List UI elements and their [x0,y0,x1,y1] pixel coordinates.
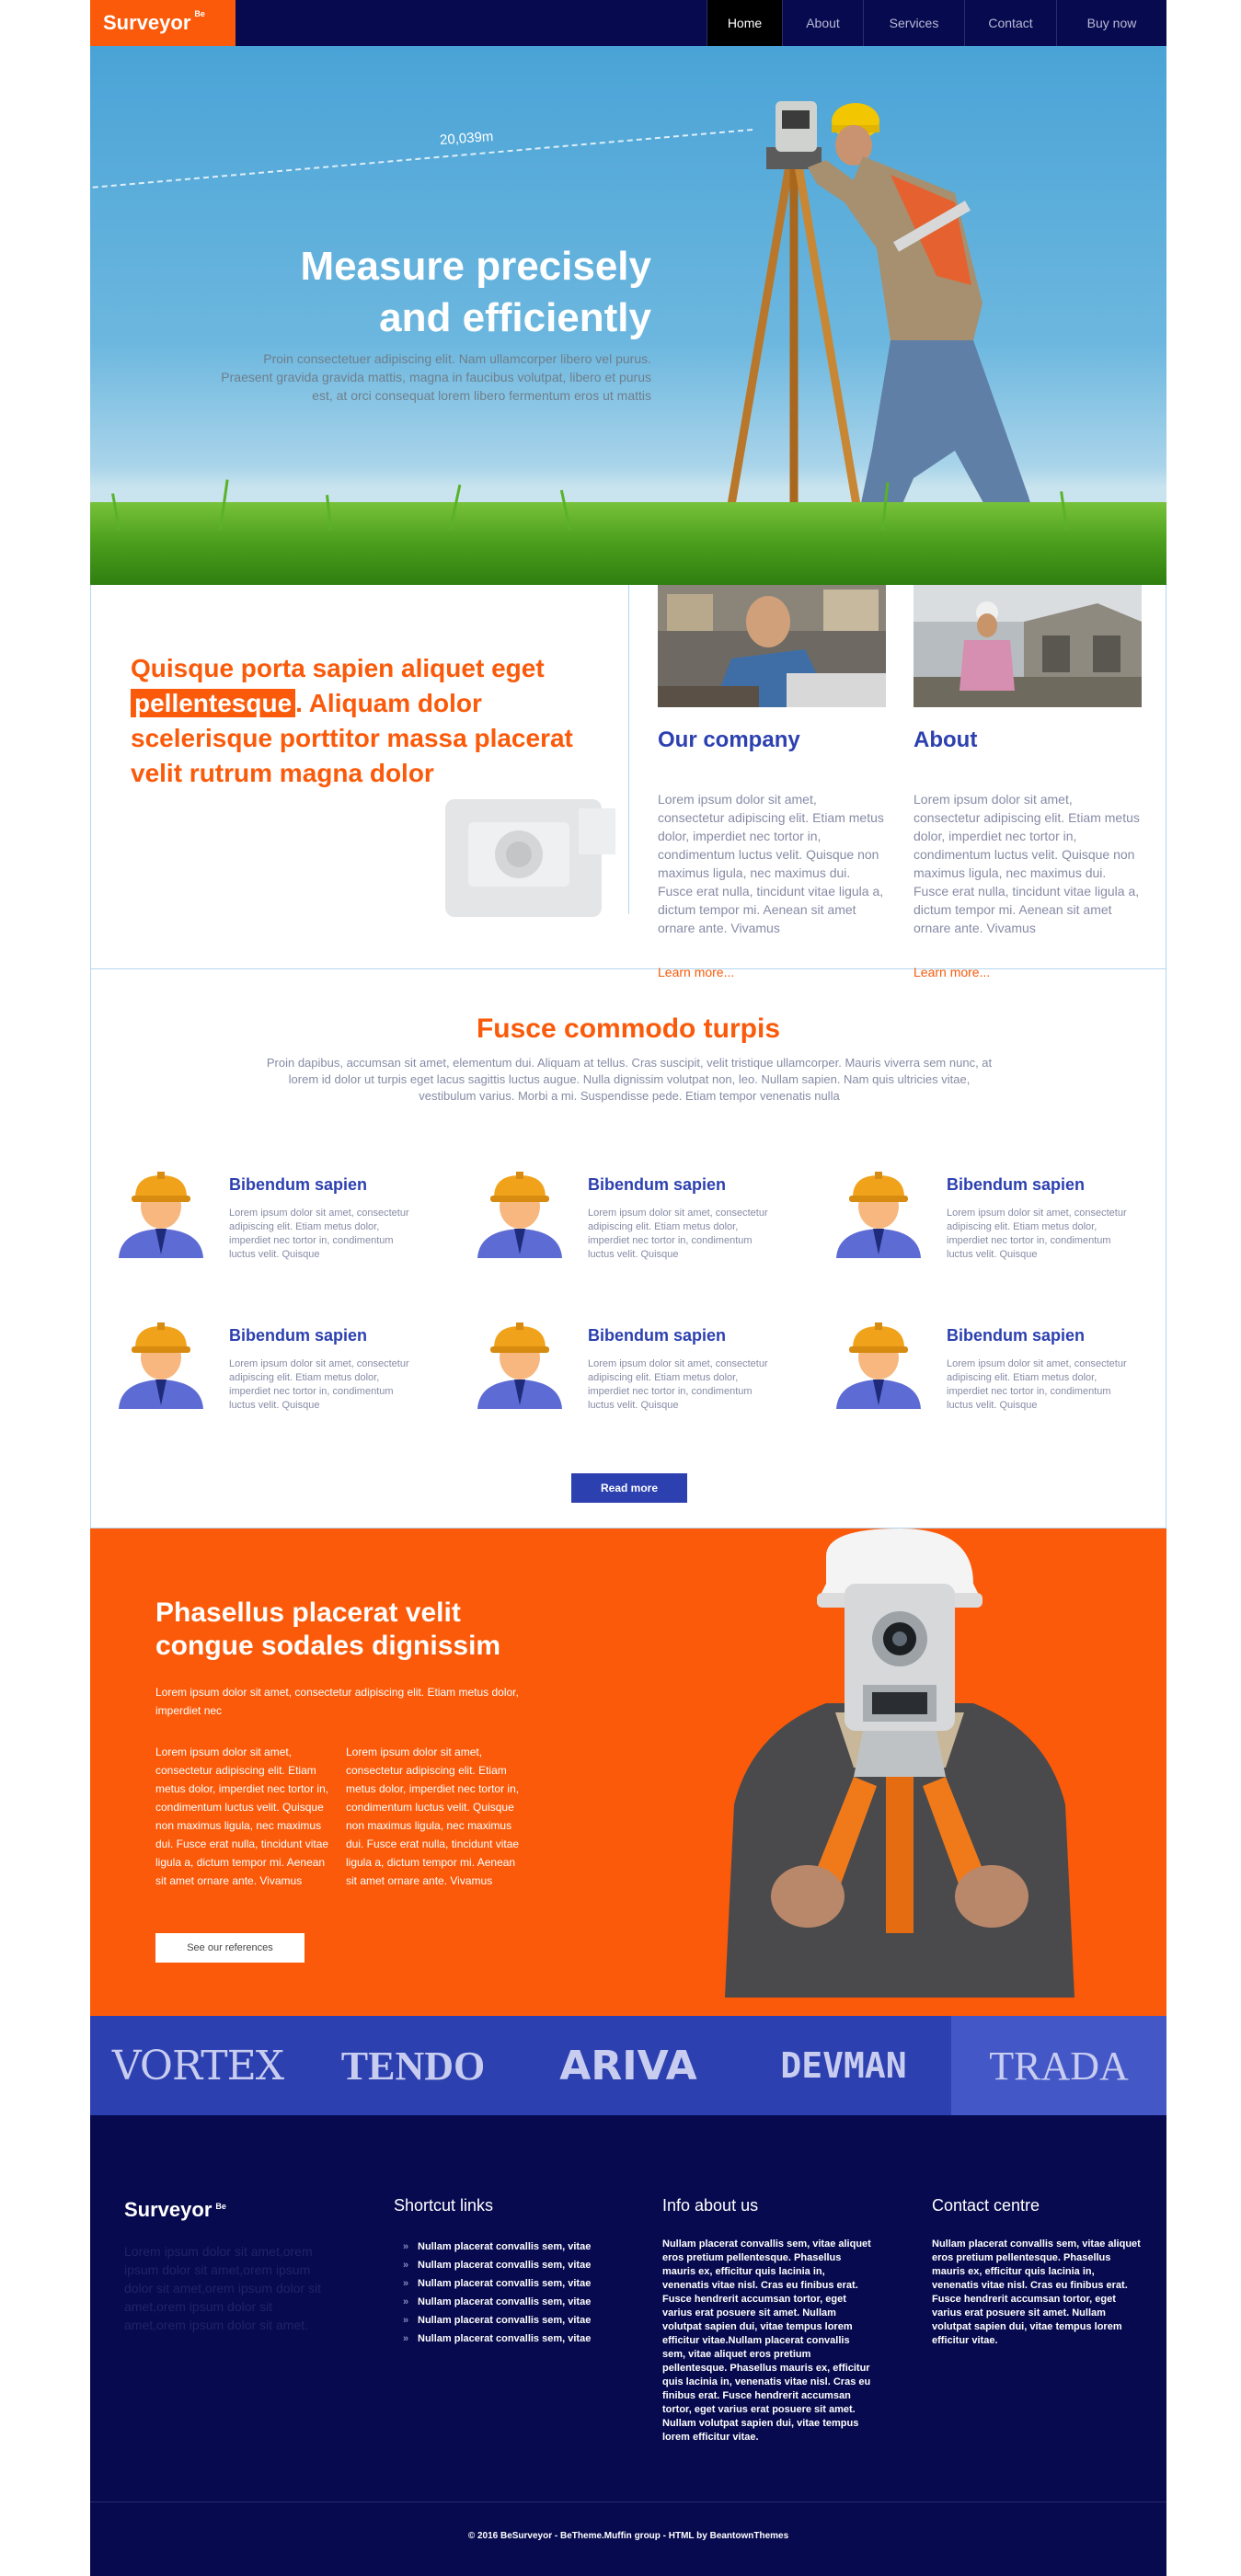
feature-section: Phasellus placerat velit congue sodales … [90,1528,1166,2016]
see-references-button[interactable]: See our references [155,1933,305,1963]
footer-link[interactable]: Nullam placerat convallis sem, vitae [403,2256,615,2274]
service-item: Bibendum sapien Lorem ipsum dolor sit am… [809,1321,1140,1431]
worker-helmet-icon [836,1322,921,1409]
service-text: Lorem ipsum dolor sit amet, consectetur … [947,1208,1127,1260]
top-navigation: Surveyor Be Home About Services Contact B… [90,0,1166,46]
site-logo[interactable]: Surveyor Be [90,0,236,46]
main-menu: Home About Services Contact Buy now [707,0,1166,46]
nav-buy-now[interactable]: Buy now [1056,0,1166,46]
feature-column-2: Lorem ipsum dolor sit amet, consectetur … [346,1746,520,1887]
nav-contact[interactable]: Contact [964,0,1056,46]
nav-services[interactable]: Services [863,0,964,46]
card-text: Lorem ipsum dolor sit amet, consectetur … [658,792,884,935]
logo-devman[interactable]: DEVMAN [736,2016,951,2115]
footer-link[interactable]: Nullam placerat convallis sem, vitae [403,2330,615,2348]
card-about: About Lorem ipsum dolor sit amet, consec… [914,585,1142,979]
footer-logo[interactable]: Surveyor Be [124,2198,226,2222]
logo-trada[interactable]: TRADA [951,2016,1166,2115]
footer-link[interactable]: Nullam placerat convallis sem, vitae [403,2311,615,2330]
worker-helmet-icon [477,1322,562,1409]
intro-left: Quisque porta sapien aliquet eget pellen… [91,585,629,917]
service-title: Bibendum sapien [947,1326,1086,1345]
logo-vortex[interactable]: VORTEX [90,2016,305,2115]
hero-description: Proin consectetuer adipiscing elit. Nam … [221,351,651,403]
feature-lead: Lorem ipsum dolor sit amet, consectetur … [155,1686,519,1717]
feature-column-1: Lorem ipsum dolor sit amet, consectetur … [155,1746,329,1887]
services-lead: Proin dapibus, accumsan sit amet, elemen… [266,1056,993,1103]
worker-helmet-icon [119,1172,203,1258]
worker-helmet-icon [477,1172,562,1258]
grass-decoration [90,479,1166,585]
measure-line [92,129,753,189]
footer-contact-text: Nullam placerat convallis sem, vitae ali… [932,2238,1141,2346]
nav-about[interactable]: About [782,0,863,46]
footer-link[interactable]: Nullam placerat convallis sem, vitae [403,2293,615,2311]
footer-link[interactable]: Nullam placerat convallis sem, vitae [403,2274,615,2293]
service-title: Bibendum sapien [588,1175,727,1194]
services-title: Fusce commodo turpis [476,1013,781,1044]
nav-home[interactable]: Home [707,0,782,46]
services-section: Fusce commodo turpis Proin dapibus, accu… [90,969,1166,1528]
logo-ariva[interactable]: ARIVA [521,2016,736,2115]
card-title: About [914,727,978,752]
service-text: Lorem ipsum dolor sit amet, consectetur … [229,1358,409,1411]
worker-helmet-icon [119,1322,203,1409]
service-title: Bibendum sapien [588,1326,727,1345]
copyright: © 2016 BeSurveyor - BeTheme.Muffin group… [467,2531,789,2541]
service-item: Bibendum sapien Lorem ipsum dolor sit am… [450,1321,781,1431]
footer-about-text: Lorem ipsum dolor sit amet,orem ipsum do… [124,2244,321,2332]
service-title: Bibendum sapien [229,1175,368,1194]
measure-label: 20,039m [439,128,494,149]
logo-tendo[interactable]: TENDO [305,2016,521,2115]
footer-contact: Contact centre Nullam placerat convallis… [932,2196,1143,2348]
service-title: Bibendum sapien [229,1326,368,1345]
hero-banner: 20,039m Measure precisely and efficiently… [90,46,1166,585]
service-text: Lorem ipsum dolor sit amet, consectetur … [947,1358,1127,1411]
service-title: Bibendum sapien [947,1175,1086,1194]
footer-heading: Contact centre [932,2196,1040,2215]
footer-link[interactable]: Nullam placerat convallis sem, vitae [403,2238,615,2256]
hero-title: Measure precisely and efficiently [300,244,651,340]
client-logos: VORTEX TENDO ARIVA DEVMAN TRADA [90,2016,1166,2115]
page: Surveyor Be Home About Services Contact B… [90,0,1166,2576]
theodolite-image [445,799,615,917]
footer-heading: Shortcut links [394,2196,494,2215]
footer-info: Info about us Nullam placerat convallis … [662,2196,874,2444]
card-text: Lorem ipsum dolor sit amet, consectetur … [914,792,1140,935]
footer-heading: Info about us [662,2196,759,2215]
read-more-button[interactable]: Read more [571,1473,687,1503]
footer-shortcut-links: Shortcut links Nullam placerat convallis… [394,2196,615,2348]
building-site-photo [914,585,1142,707]
footer: Surveyor Be Lorem ipsum dolor sit amet,or… [90,2115,1166,2576]
worker-helmet-icon [836,1172,921,1258]
intro-quote: Quisque porta sapien aliquet eget pellen… [131,654,573,787]
surveyor-with-instrument-image [725,1528,1074,1998]
service-text: Lorem ipsum dolor sit amet, consectetur … [229,1208,409,1260]
card-title: Our company [658,727,800,752]
service-item: Bibendum sapien Lorem ipsum dolor sit am… [809,1170,1140,1280]
feature-title: Phasellus placerat velit congue sodales … [155,1597,501,1661]
office-photo [658,585,886,707]
card-our-company: Our company Lorem ipsum dolor sit amet, … [658,585,886,979]
service-text: Lorem ipsum dolor sit amet, consectetur … [588,1358,768,1411]
intro-section: Quisque porta sapien aliquet eget pellen… [90,585,1166,979]
service-item: Bibendum sapien Lorem ipsum dolor sit am… [91,1170,422,1280]
service-item: Bibendum sapien Lorem ipsum dolor sit am… [450,1170,781,1280]
service-text: Lorem ipsum dolor sit amet, consectetur … [588,1208,768,1260]
service-item: Bibendum sapien Lorem ipsum dolor sit am… [91,1321,422,1431]
footer-info-text: Nullam placerat convallis sem, vitae ali… [662,2238,871,2443]
